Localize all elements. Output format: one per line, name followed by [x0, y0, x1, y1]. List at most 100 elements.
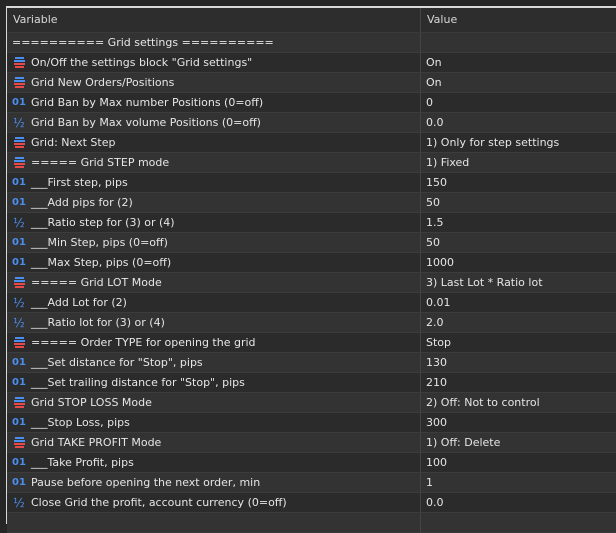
- variable-name: ___Ratio step for (3) or (4): [31, 216, 175, 229]
- variable-cell: 01 ___Add pips for (2): [7, 193, 421, 212]
- table-row[interactable]: 01 ___Take Profit, pips 100: [7, 453, 616, 473]
- variable-name: Grid Ban by Max volume Positions (0=off): [31, 116, 261, 129]
- table-row[interactable]: 01 ___Stop Loss, pips 300: [7, 413, 616, 433]
- variable-name: ===== Grid STEP mode: [31, 156, 170, 169]
- table-row[interactable]: 01 Grid Ban by Max number Positions (0=of…: [7, 93, 616, 113]
- integer-icon: 01: [12, 477, 26, 488]
- value-cell[interactable]: 0.0: [421, 493, 616, 512]
- integer-icon: 01: [12, 457, 26, 468]
- table-row[interactable]: [7, 513, 616, 533]
- value-cell[interactable]: 1) Only for step settings: [421, 133, 616, 152]
- table-row[interactable]: 01 Pause before opening the next order, m…: [7, 473, 616, 493]
- value-cell[interactable]: 150: [421, 173, 616, 192]
- variable-name: ___Add pips for (2): [31, 196, 133, 209]
- table-row[interactable]: ===== Grid STEP mode 1) Fixed: [7, 153, 616, 173]
- value-cell[interactable]: 0.01: [421, 293, 616, 312]
- variable-name: Grid: Next Step: [31, 136, 116, 149]
- table-row[interactable]: ½ ___Ratio step for (3) or (4) 1.5: [7, 213, 616, 233]
- table-row[interactable]: ½ Close Grid the profit, account currency…: [7, 493, 616, 513]
- value-cell[interactable]: 50: [421, 233, 616, 252]
- inputs-table: Variable Value ========== Grid settings …: [6, 6, 616, 533]
- column-header-variable[interactable]: Variable: [7, 8, 421, 32]
- table-row[interactable]: ===== Grid LOT Mode 3) Last Lot * Ratio l…: [7, 273, 616, 293]
- table-row[interactable]: ½ ___Add Lot for (2) 0.01: [7, 293, 616, 313]
- value-cell[interactable]: 1) Fixed: [421, 153, 616, 172]
- variable-cell: ===== Order TYPE for opening the grid: [7, 333, 421, 352]
- variable-cell: ½ ___Ratio lot for (3) or (4): [7, 313, 421, 332]
- variable-cell: ½ ___Add Lot for (2): [7, 293, 421, 312]
- value-cell[interactable]: 300: [421, 413, 616, 432]
- table-row[interactable]: Grid New Orders/Positions On: [7, 73, 616, 93]
- table-row[interactable]: On/Off the settings block "Grid settings…: [7, 53, 616, 73]
- integer-icon: 01: [12, 417, 26, 428]
- enum-icon: [11, 277, 27, 288]
- variable-cell: ½ Close Grid the profit, account currency…: [7, 493, 421, 512]
- double-icon: ½: [13, 315, 25, 330]
- value-cell[interactable]: 1) Off: Delete: [421, 433, 616, 452]
- value-cell[interactable]: 1000: [421, 253, 616, 272]
- table-row[interactable]: 01 ___Max Step, pips (0=off) 1000: [7, 253, 616, 273]
- enum-icon: [11, 337, 27, 348]
- table-row[interactable]: ½ ___Ratio lot for (3) or (4) 2.0: [7, 313, 616, 333]
- table-row[interactable]: 01 ___Set distance for "Stop", pips 130: [7, 353, 616, 373]
- enum-icon: [11, 57, 27, 68]
- table-row[interactable]: Grid STOP LOSS Mode 2) Off: Not to contro…: [7, 393, 616, 413]
- enum-icon: [11, 137, 27, 148]
- variable-cell: ===== Grid LOT Mode: [7, 273, 421, 292]
- variable-cell: ========== Grid settings ==========: [7, 33, 421, 52]
- variable-cell: ½ ___Ratio step for (3) or (4): [7, 213, 421, 232]
- variable-cell: 01 ___Set distance for "Stop", pips: [7, 353, 421, 372]
- column-header-value[interactable]: Value: [421, 8, 616, 32]
- table-row[interactable]: ========== Grid settings ==========: [7, 33, 616, 53]
- table-row[interactable]: Grid: Next Step 1) Only for step settings: [7, 133, 616, 153]
- variable-name: ___Stop Loss, pips: [31, 416, 130, 429]
- variable-cell: Grid STOP LOSS Mode: [7, 393, 421, 412]
- double-icon: ½: [13, 115, 25, 130]
- variable-name: ___Set distance for "Stop", pips: [31, 356, 203, 369]
- value-cell[interactable]: 50: [421, 193, 616, 212]
- table-row[interactable]: 01 ___First step, pips 150: [7, 173, 616, 193]
- variable-name: ========== Grid settings ==========: [12, 36, 274, 49]
- value-cell[interactable]: 1.5: [421, 213, 616, 232]
- value-cell[interactable]: 210: [421, 373, 616, 392]
- variable-name: Pause before opening the next order, min: [31, 476, 261, 489]
- value-cell[interactable]: 2) Off: Not to control: [421, 393, 616, 412]
- variable-cell: 01 Grid Ban by Max number Positions (0=of…: [7, 93, 421, 112]
- value-cell[interactable]: 1: [421, 473, 616, 492]
- variable-name: ===== Grid LOT Mode: [31, 276, 162, 289]
- variable-cell: 01 ___Take Profit, pips: [7, 453, 421, 472]
- variable-name: ___Min Step, pips (0=off): [31, 236, 168, 249]
- variable-cell: 01 ___First step, pips: [7, 173, 421, 192]
- variable-name: Grid New Orders/Positions: [31, 76, 175, 89]
- variable-name: ___Add Lot for (2): [31, 296, 127, 309]
- table-row[interactable]: 01 ___Add pips for (2) 50: [7, 193, 616, 213]
- variable-name: ___Max Step, pips (0=off): [31, 256, 172, 269]
- variable-name: ===== Order TYPE for opening the grid: [31, 336, 256, 349]
- table-row[interactable]: ===== Order TYPE for opening the grid Sto…: [7, 333, 616, 353]
- value-cell[interactable]: 0: [421, 93, 616, 112]
- variable-cell: 01 ___Min Step, pips (0=off): [7, 233, 421, 252]
- table-row[interactable]: 01 ___Min Step, pips (0=off) 50: [7, 233, 616, 253]
- value-cell[interactable]: 3) Last Lot * Ratio lot: [421, 273, 616, 292]
- integer-icon: 01: [12, 237, 26, 248]
- value-cell[interactable]: On: [421, 73, 616, 92]
- enum-icon: [11, 77, 27, 88]
- table-row[interactable]: 01 ___Set trailing distance for "Stop", p…: [7, 373, 616, 393]
- value-cell[interactable]: 100: [421, 453, 616, 472]
- variable-name: Grid TAKE PROFIT Mode: [31, 436, 162, 449]
- double-icon: ½: [13, 495, 25, 510]
- value-cell[interactable]: 130: [421, 353, 616, 372]
- value-cell[interactable]: Stop: [421, 333, 616, 352]
- integer-icon: 01: [12, 197, 26, 208]
- value-cell[interactable]: 2.0: [421, 313, 616, 332]
- integer-icon: 01: [12, 97, 26, 108]
- variable-cell: 01 ___Max Step, pips (0=off): [7, 253, 421, 272]
- value-cell[interactable]: On: [421, 53, 616, 72]
- variable-name: ___Set trailing distance for "Stop", pip…: [31, 376, 245, 389]
- integer-icon: 01: [12, 177, 26, 188]
- table-row[interactable]: ½ Grid Ban by Max volume Positions (0=off…: [7, 113, 616, 133]
- table-row[interactable]: Grid TAKE PROFIT Mode 1) Off: Delete: [7, 433, 616, 453]
- variable-cell: On/Off the settings block "Grid settings…: [7, 53, 421, 72]
- value-cell[interactable]: 0.0: [421, 113, 616, 132]
- value-cell[interactable]: [421, 33, 616, 52]
